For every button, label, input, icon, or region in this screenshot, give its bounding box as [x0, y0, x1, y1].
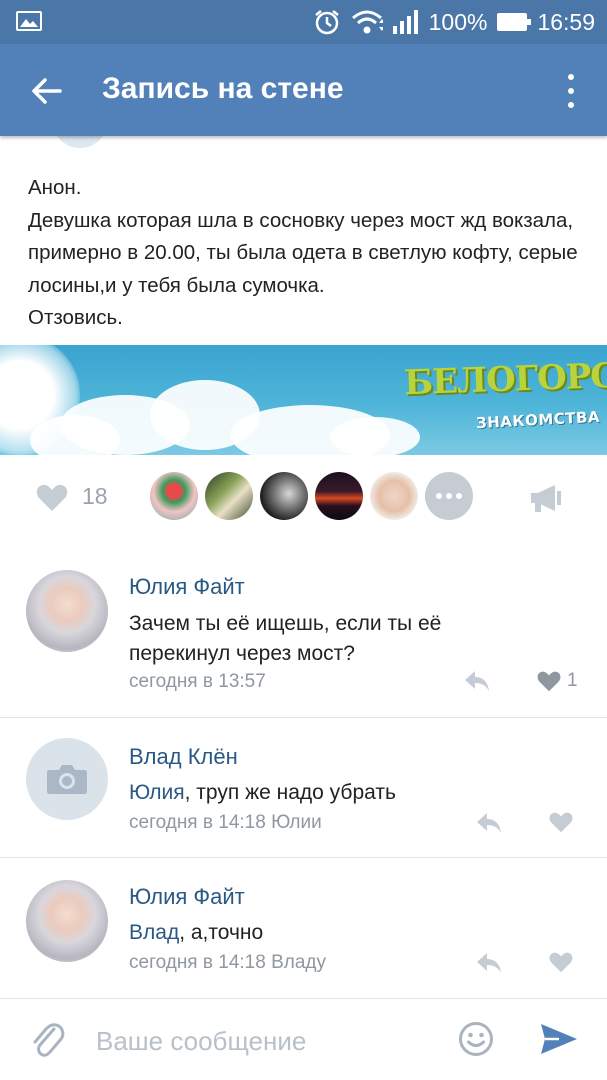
comment-like-count: 1 [567, 670, 578, 691]
more-vert-icon[interactable] [565, 74, 577, 108]
reply-icon[interactable] [476, 812, 502, 839]
comment-item: Юлия Файт Зачем ты её ищешь, если ты её … [0, 568, 607, 716]
liker-avatar[interactable] [370, 472, 418, 520]
more-likers-button[interactable] [425, 472, 473, 520]
battery-icon [497, 13, 532, 31]
comment-author[interactable]: Юлия Файт [129, 574, 245, 600]
clock: 16:59 [537, 8, 595, 35]
battery-percent: 100% [428, 8, 488, 35]
comment-body: Зачем ты её ищешь, если ты её перекинул … [129, 612, 442, 665]
camera-icon [47, 765, 87, 794]
comment-like[interactable] [549, 952, 573, 973]
comment-author-avatar[interactable] [26, 738, 108, 820]
liker-avatar[interactable] [315, 472, 363, 520]
comment-like[interactable] [549, 812, 573, 833]
comment-mention[interactable]: Влад [129, 921, 179, 944]
reply-icon[interactable] [464, 670, 490, 697]
page-title: Запись на стене [102, 72, 344, 105]
comment-author[interactable]: Влад Клён [129, 744, 238, 770]
comment-meta: сегодня в 14:18 Юлии [129, 812, 322, 833]
signal-icon [392, 10, 419, 34]
comment-mention[interactable]: Юлия [129, 781, 185, 804]
message-input-bar [0, 998, 607, 1080]
smile-icon[interactable] [458, 1021, 494, 1062]
comment-text: Влад, а,точно [129, 918, 529, 948]
comment-meta: сегодня в 14:18 Владу [129, 952, 326, 973]
reply-icon[interactable] [476, 952, 502, 979]
app-bar: Запись на стене [0, 44, 607, 136]
post-actions: 18 [0, 470, 607, 526]
banner-subtitle: ЗНАКОМСТВА [475, 407, 601, 433]
back-arrow-icon[interactable] [30, 74, 64, 108]
message-input[interactable] [96, 1023, 416, 1059]
comment-body: , а,точно [179, 921, 264, 944]
heart-icon [537, 671, 561, 691]
comment-author[interactable]: Юлия Файт [129, 884, 245, 910]
heart-icon [549, 812, 573, 833]
comment-text: Зачем ты её ищешь, если ты её перекинул … [129, 609, 529, 669]
wifi-icon [351, 9, 383, 35]
status-bar: 100% 16:59 [0, 0, 607, 44]
post-text-line: Анон. [28, 176, 82, 199]
comment-divider [0, 857, 607, 858]
post-text: Анон. Девушка которая шла в сосновку чер… [28, 172, 588, 335]
send-icon[interactable] [540, 1023, 578, 1060]
comment-body: , труп же надо убрать [184, 781, 396, 804]
likes-count[interactable]: 18 [82, 483, 108, 510]
post-text-line: Девушка которая шла в сосновку через мос… [28, 208, 578, 297]
comment-item: Юлия Файт Влад, а,точно сегодня в 14:18 … [0, 878, 607, 998]
share-megaphone-icon[interactable] [529, 483, 563, 518]
post-image-banner[interactable]: БЕЛОГОРСК ЗНАКОМСТВА [0, 345, 607, 455]
heart-icon [549, 952, 573, 973]
comment-like[interactable]: 1 [537, 670, 578, 692]
alarm-icon [313, 8, 341, 36]
comment-author-avatar[interactable] [26, 880, 108, 962]
banner-logo: БЕЛОГОРСК [403, 354, 607, 404]
comment-author-avatar[interactable] [26, 570, 108, 652]
liker-avatar[interactable] [150, 472, 198, 520]
comment-item: Влад Клён Юлия, труп же надо убрать сего… [0, 738, 607, 858]
comment-text: Юлия, труп же надо убрать [129, 778, 529, 808]
liker-avatar[interactable] [260, 472, 308, 520]
liker-avatar[interactable] [205, 472, 253, 520]
post-text-line: Отзовись. [28, 306, 123, 329]
heart-icon[interactable] [36, 484, 68, 517]
comment-divider [0, 717, 607, 718]
paperclip-icon[interactable] [30, 1021, 66, 1066]
comment-meta: сегодня в 13:57 [129, 671, 266, 692]
gallery-icon [16, 11, 42, 31]
likers-list[interactable] [150, 472, 473, 520]
